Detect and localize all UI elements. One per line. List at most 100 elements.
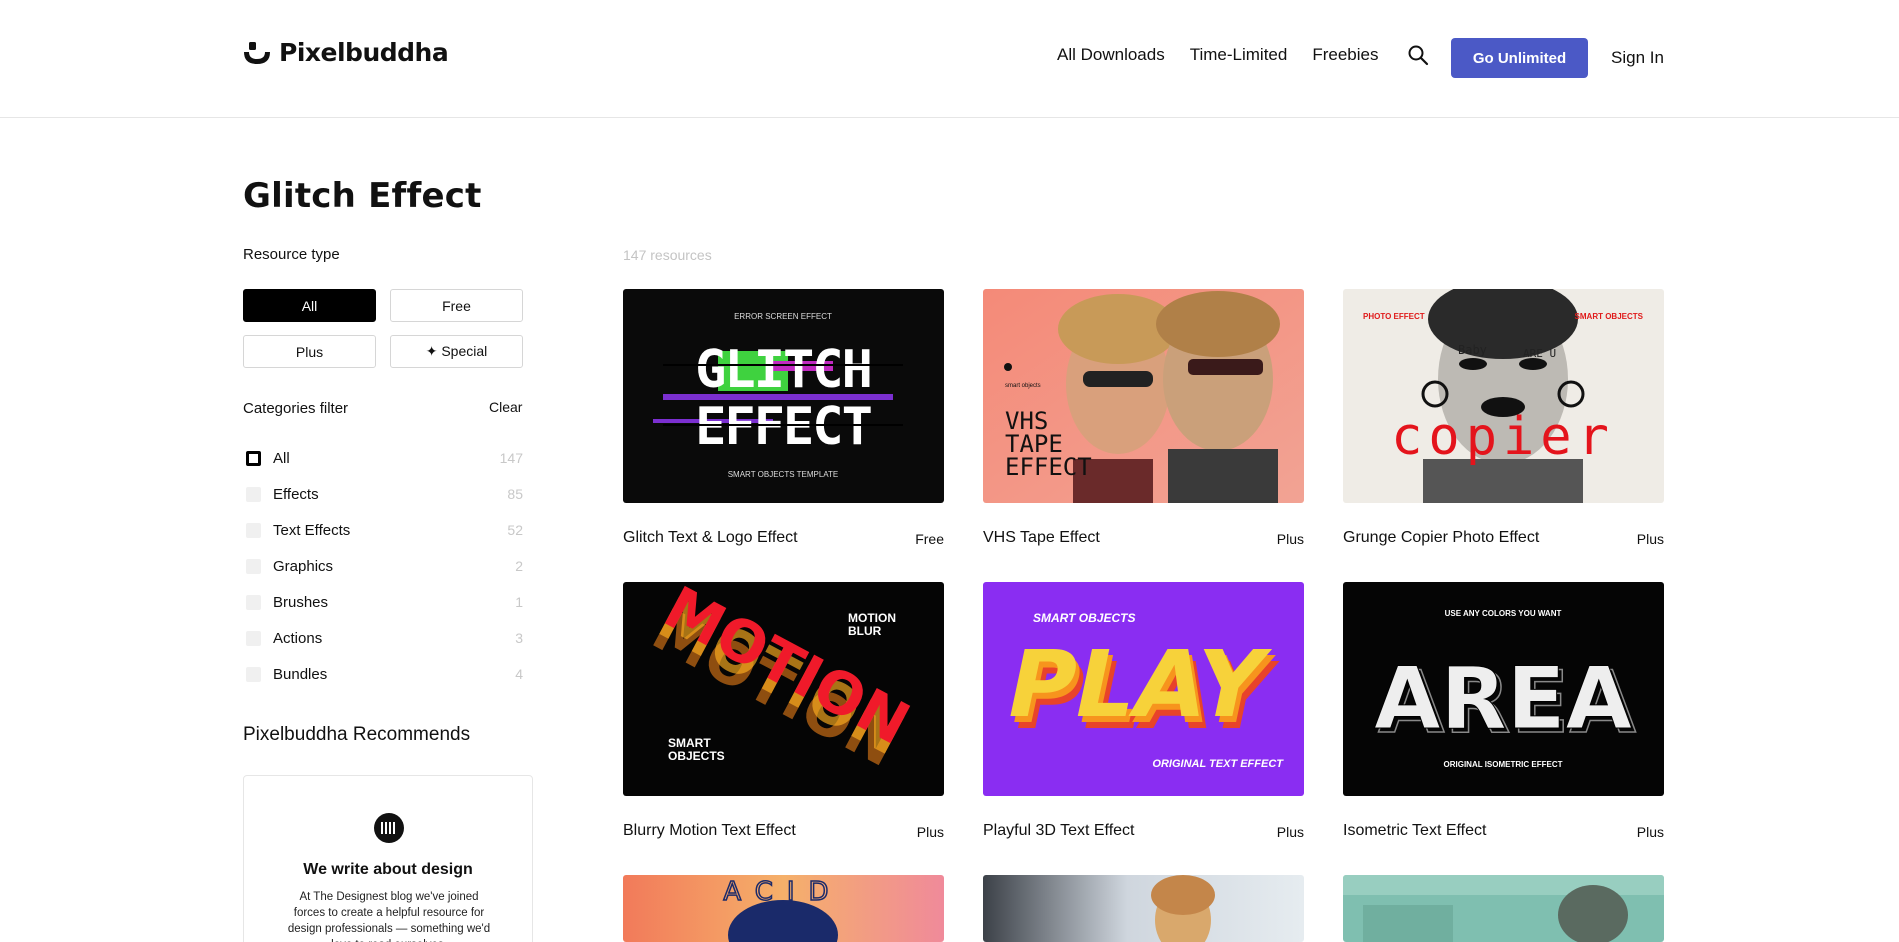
category-item-all[interactable]: All 147: [246, 440, 523, 476]
search-icon[interactable]: [1407, 44, 1429, 66]
category-label: Text Effects: [273, 522, 350, 539]
area-top-text: USE ANY COLORS YOU WANT: [1445, 609, 1562, 618]
resource-price-badge: Free: [915, 531, 944, 547]
resource-type-plus-button[interactable]: Plus: [243, 335, 376, 368]
category-count: 3: [515, 630, 523, 646]
resource-type-label: Resource type: [243, 246, 340, 263]
logo-text: Pixelbuddha: [279, 38, 448, 67]
resource-title[interactable]: Playful 3D Text Effect: [983, 822, 1134, 840]
checkbox[interactable]: [246, 595, 261, 610]
page-title: Glitch Effect: [243, 176, 482, 216]
resource-type-all-button[interactable]: All: [243, 289, 376, 322]
categories-filter-label: Categories filter: [243, 400, 348, 417]
site-header: Pixelbuddha All Downloads Time-Limited F…: [0, 0, 1899, 118]
copier-left-text: PHOTO EFFECT: [1363, 312, 1425, 321]
thumbnail-photo[interactable]: [983, 875, 1304, 942]
category-label: Actions: [273, 630, 322, 647]
resource-price-badge: Plus: [917, 824, 944, 840]
glitch-line1: GLITCH: [695, 340, 871, 400]
category-item-graphics[interactable]: Graphics 2: [246, 548, 523, 584]
thumbnail-play[interactable]: SMART OBJECTS PLAY PLAY PLAY ORIGINAL TE…: [983, 582, 1304, 796]
thumbnail-acid[interactable]: ACID: [623, 875, 944, 942]
play-top-text: SMART OBJECTS: [1033, 611, 1135, 625]
area-bottom-text: ORIGINAL ISOMETRIC EFFECT: [1444, 760, 1563, 769]
clear-filter-link[interactable]: Clear: [489, 399, 522, 415]
area-word: AREA: [1374, 649, 1633, 749]
resource-title[interactable]: VHS Tape Effect: [983, 529, 1100, 547]
acid-word: ACID: [723, 877, 842, 907]
copier-right-text: SMART OBJECTS: [1575, 312, 1644, 321]
logo[interactable]: Pixelbuddha: [243, 38, 448, 67]
vhs-small-text: smart objects: [1005, 383, 1041, 389]
thumbnail-grunge[interactable]: [1343, 875, 1664, 942]
category-count: 4: [515, 666, 523, 682]
category-item-effects[interactable]: Effects 85: [246, 476, 523, 512]
resource-card[interactable]: [983, 875, 1304, 942]
resource-price-badge: Plus: [1277, 531, 1304, 547]
resource-card[interactable]: ERROR SCREEN EFFECT GLITCH EFFECT SMART …: [623, 289, 944, 503]
category-label: Effects: [273, 486, 319, 503]
category-count: 147: [500, 450, 523, 466]
thumbnail-motion[interactable]: MOTION MOTION MOTION MOTION BLUR SMART O…: [623, 582, 944, 796]
checkbox[interactable]: [246, 667, 261, 682]
thumbnail-copier[interactable]: PHOTO EFFECT SMART OBJECTS Baby ARE U co…: [1343, 289, 1664, 503]
resource-card[interactable]: ACID: [623, 875, 944, 942]
thumbnail-glitch[interactable]: ERROR SCREEN EFFECT GLITCH EFFECT SMART …: [623, 289, 944, 503]
resource-card[interactable]: SMART OBJECTS PLAY PLAY PLAY ORIGINAL TE…: [983, 582, 1304, 796]
glitch-top-text: ERROR SCREEN EFFECT: [734, 312, 832, 321]
resource-title[interactable]: Isometric Text Effect: [1343, 822, 1486, 840]
resource-price-badge: Plus: [1637, 824, 1664, 840]
resource-card[interactable]: PHOTO EFFECT SMART OBJECTS Baby ARE U co…: [1343, 289, 1664, 503]
play-word: PLAY: [997, 631, 1276, 738]
category-label: All: [273, 450, 290, 467]
glitch-bottom-text: SMART OBJECTS TEMPLATE: [728, 470, 839, 479]
resource-title[interactable]: Grunge Copier Photo Effect: [1343, 529, 1539, 547]
resource-card[interactable]: USE ANY COLORS YOU WANT AREA AREA ORIGIN…: [1343, 582, 1664, 796]
category-item-brushes[interactable]: Brushes 1: [246, 584, 523, 620]
checkbox[interactable]: [246, 559, 261, 574]
recommend-text: At The Designest blog we've joined force…: [284, 889, 494, 942]
recommend-card[interactable]: We write about design At The Designest b…: [243, 775, 533, 942]
resource-price-badge: Plus: [1637, 531, 1664, 547]
go-unlimited-button[interactable]: Go Unlimited: [1451, 38, 1588, 78]
motion-bl-1: SMART: [668, 736, 711, 750]
category-item-bundles[interactable]: Bundles 4: [246, 656, 523, 692]
category-label: Graphics: [273, 558, 333, 575]
checkbox-checked[interactable]: [246, 451, 261, 466]
resources-count: 147 resources: [623, 247, 712, 263]
checkbox[interactable]: [246, 487, 261, 502]
main-nav: All Downloads Time-Limited Freebies: [1057, 44, 1458, 66]
resource-type-special-button[interactable]: ✦ Special: [390, 335, 523, 368]
copier-scrawl-2: ARE U: [1523, 347, 1556, 360]
category-label: Brushes: [273, 594, 328, 611]
glitch-line2: EFFECT: [695, 397, 872, 457]
category-count: 52: [507, 522, 523, 538]
play-bottom-text: ORIGINAL TEXT EFFECT: [1152, 758, 1284, 770]
recommend-heading: We write about design: [244, 861, 532, 879]
nav-all-downloads[interactable]: All Downloads: [1057, 45, 1165, 65]
resource-title[interactable]: Glitch Text & Logo Effect: [623, 529, 798, 547]
resource-type-free-button[interactable]: Free: [390, 289, 523, 322]
category-count: 85: [507, 486, 523, 502]
category-label: Bundles: [273, 666, 327, 683]
resource-card[interactable]: [1343, 875, 1664, 942]
nav-time-limited[interactable]: Time-Limited: [1190, 45, 1288, 65]
copier-scrawl-1: Baby: [1458, 343, 1487, 357]
copier-word: copier: [1391, 407, 1615, 467]
sign-in-link[interactable]: Sign In: [1611, 48, 1664, 68]
category-item-text-effects[interactable]: Text Effects 52: [246, 512, 523, 548]
category-count: 1: [515, 594, 523, 610]
recommends-title: Pixelbuddha Recommends: [243, 724, 470, 746]
thumbnail-vhs[interactable]: smart objects VHS TAPE EFFECT: [983, 289, 1304, 503]
thumbnail-area[interactable]: USE ANY COLORS YOU WANT AREA AREA ORIGIN…: [1343, 582, 1664, 796]
nav-freebies[interactable]: Freebies: [1312, 45, 1378, 65]
resource-card[interactable]: MOTION MOTION MOTION MOTION BLUR SMART O…: [623, 582, 944, 796]
motion-tr-2: BLUR: [848, 624, 882, 638]
checkbox[interactable]: [246, 631, 261, 646]
resource-title[interactable]: Blurry Motion Text Effect: [623, 822, 796, 840]
resource-card[interactable]: smart objects VHS TAPE EFFECT VHS Tape E…: [983, 289, 1304, 503]
vhs-line3: EFFECT: [1005, 453, 1092, 481]
checkbox[interactable]: [246, 523, 261, 538]
category-count: 2: [515, 558, 523, 574]
category-item-actions[interactable]: Actions 3: [246, 620, 523, 656]
